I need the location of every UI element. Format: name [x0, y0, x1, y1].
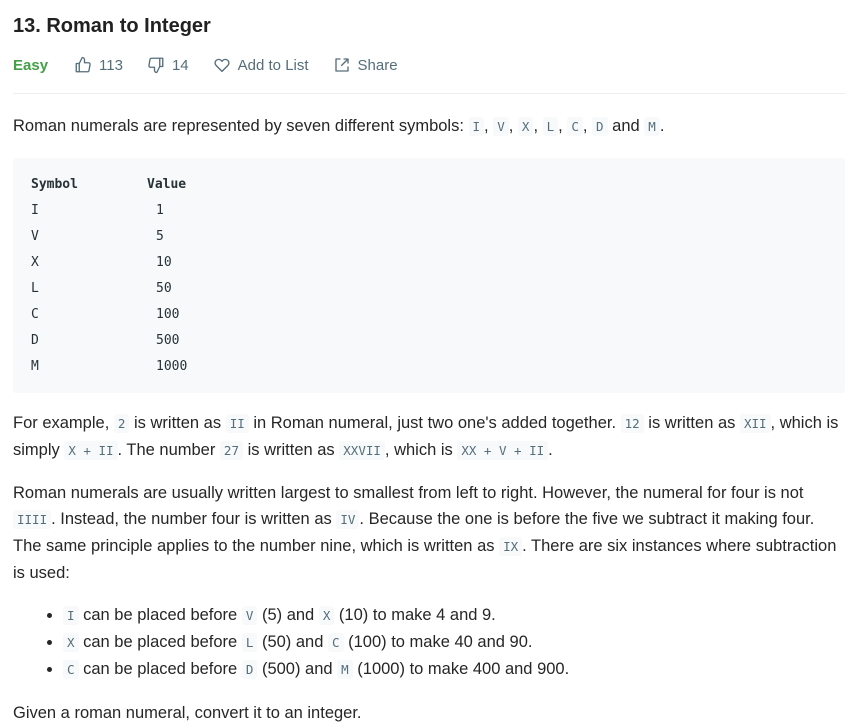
rule-text: can be placed before — [78, 633, 242, 651]
subtraction-code: IV — [336, 510, 360, 529]
column-header-value: Value — [147, 176, 187, 192]
symbol-code: X — [517, 117, 534, 136]
value-cell: 1000 — [156, 358, 188, 374]
value-cell: 1 — [156, 202, 164, 218]
subtraction-rules-list: I can be placed before V (5) and X (10) … — [13, 602, 845, 683]
subtraction-paragraph: Roman numerals are usually written large… — [13, 480, 845, 586]
rule-code: C — [327, 633, 344, 652]
symbol-cell: V — [31, 228, 39, 244]
rule-code: D — [241, 660, 258, 679]
share-label: Share — [357, 56, 398, 74]
symbol-cell: I — [31, 202, 39, 218]
problem-meta-bar: Easy 113 14 Add to List Share — [13, 53, 845, 77]
rule-text: (10) to make 4 and 9. — [334, 606, 496, 624]
rule-code: X — [63, 633, 79, 652]
symbol-cell: L — [31, 280, 39, 296]
symbol-cell: M — [31, 358, 39, 374]
value-cell: 500 — [156, 332, 180, 348]
rule-text: (100) to make 40 and 90. — [343, 633, 533, 651]
example-code: 27 — [219, 441, 243, 460]
rule-text: (50) and — [257, 633, 328, 651]
example-text: is written as — [242, 441, 340, 459]
rule-text: can be placed before — [78, 606, 242, 624]
subtraction-code: IIII — [13, 510, 52, 529]
add-to-list-button[interactable]: Add to List — [213, 56, 309, 74]
example-text: is written as — [129, 414, 226, 432]
example-paragraph: For example, 2 is written as II in Roman… — [13, 410, 845, 464]
rule-code: L — [241, 633, 258, 652]
dislike-button[interactable]: 14 — [147, 56, 189, 74]
example-code: X + II — [64, 441, 118, 460]
intro-and: and — [612, 117, 640, 135]
example-code: XII — [739, 414, 771, 433]
symbol-value-table: Symbol Value I 1 V 5 X 10 L 50 C 100 D 5… — [13, 158, 845, 393]
list-item: C can be placed before D (500) and M (10… — [63, 656, 845, 683]
heart-icon — [214, 58, 230, 73]
rule-code: X — [318, 606, 335, 625]
table-row: L 50 — [31, 275, 827, 301]
problem-title: 13. Roman to Integer — [13, 15, 211, 37]
rule-code: I — [63, 606, 79, 625]
like-button[interactable]: 113 — [74, 56, 123, 74]
example-code: XX + V + II — [457, 441, 549, 460]
example-code: XXVII — [339, 441, 385, 460]
table-row: M 1000 — [31, 353, 827, 379]
table-row: X 10 — [31, 249, 827, 275]
closing-paragraph: Given a roman numeral, convert it to an … — [13, 704, 362, 722]
table-row: C 100 — [31, 301, 827, 327]
list-item: I can be placed before V (5) and X (10) … — [63, 602, 845, 629]
rule-text: (1000) to make 400 and 900. — [352, 660, 570, 678]
example-code: 2 — [113, 414, 130, 433]
example-code: II — [225, 414, 249, 433]
header-divider — [13, 93, 845, 94]
difficulty-label: Easy — [13, 56, 49, 74]
subtraction-text: . Instead, the number four is written as — [51, 510, 337, 528]
rule-text: (5) and — [257, 606, 319, 624]
symbol-code: L — [542, 117, 559, 136]
example-text: . The number — [117, 441, 220, 459]
value-cell: 10 — [156, 254, 172, 270]
rule-code: M — [337, 660, 353, 679]
value-cell: 50 — [156, 280, 172, 296]
symbol-code: C — [567, 117, 583, 136]
value-cell: 5 — [156, 228, 164, 244]
symbol-code: M — [644, 117, 660, 136]
table-header-row: Symbol Value — [31, 171, 827, 197]
add-to-list-label: Add to List — [237, 56, 309, 74]
symbol-code: V — [493, 117, 509, 136]
thumbs-up-icon — [75, 56, 91, 73]
example-text: in Roman numeral, just two one's added t… — [248, 414, 621, 432]
dislike-count: 14 — [171, 56, 189, 74]
symbol-cell: C — [31, 306, 39, 322]
example-text: , which is — [384, 441, 458, 459]
rule-text: (500) and — [257, 660, 338, 678]
intro-text: Roman numerals are represented by seven … — [13, 117, 469, 135]
symbol-cell: X — [31, 254, 39, 270]
symbol-code: I — [468, 117, 485, 136]
symbol-cell: D — [31, 332, 39, 348]
example-text: For example, — [13, 414, 114, 432]
share-icon — [334, 58, 349, 72]
rule-code: C — [63, 660, 79, 679]
share-button[interactable]: Share — [333, 56, 398, 74]
example-code: 12 — [620, 414, 644, 433]
column-header-symbol: Symbol — [31, 176, 78, 192]
like-count: 113 — [99, 56, 123, 74]
example-text: is written as — [643, 414, 740, 432]
symbol-code: D — [592, 117, 608, 136]
thumbs-down-icon — [148, 57, 164, 74]
subtraction-text: Roman numerals are usually written large… — [13, 484, 804, 502]
intro-paragraph: Roman numerals are represented by seven … — [13, 117, 665, 136]
value-cell: 100 — [156, 306, 180, 322]
example-text: . — [548, 441, 553, 459]
table-row: D 500 — [31, 327, 827, 353]
table-row: I 1 — [31, 197, 827, 223]
rule-code: V — [241, 606, 258, 625]
table-row: V 5 — [31, 223, 827, 249]
subtraction-code: IX — [499, 537, 523, 556]
rule-text: can be placed before — [78, 660, 242, 678]
list-item: X can be placed before L (50) and C (100… — [63, 629, 845, 656]
